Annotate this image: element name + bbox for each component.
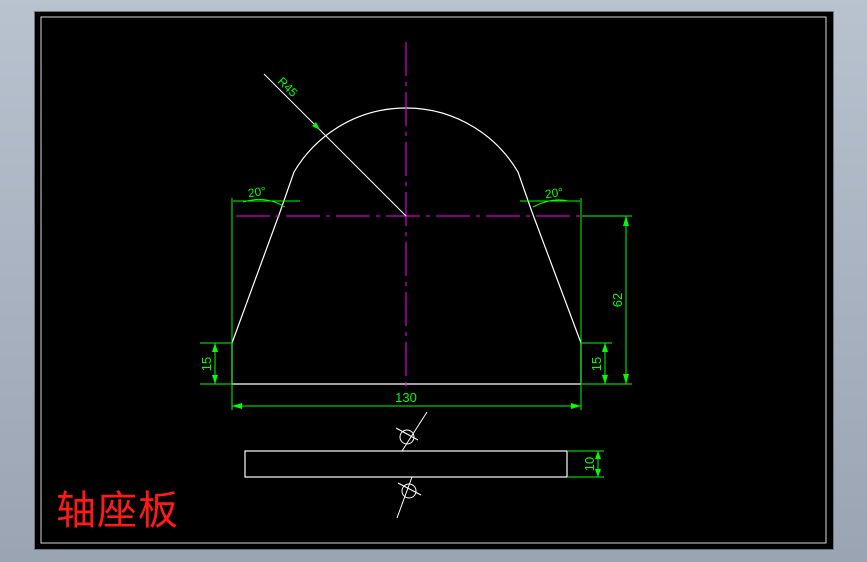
part-drawing: R45 20° 20° 62 15 15 130 10 xyxy=(40,16,827,544)
dim-15-right-arrow-top xyxy=(602,343,608,352)
weld-symbol-top xyxy=(395,411,428,452)
dim-15-left-arrow-top xyxy=(212,343,218,352)
dim-10-label: 10 xyxy=(582,457,597,471)
dim-130-arrow-right xyxy=(571,403,581,409)
dim-15-right-label: 15 xyxy=(589,357,604,371)
weld-symbol-bottom xyxy=(396,476,422,519)
drawing-border xyxy=(40,16,827,544)
dim-130-arrow-left xyxy=(232,403,242,409)
angle-right-label: 20° xyxy=(544,185,564,201)
radius-leader-line xyxy=(263,73,407,217)
dim-15-right-arrow-bottom xyxy=(602,375,608,384)
dim-15-left-arrow-bottom xyxy=(212,375,218,384)
angle-left-label: 20° xyxy=(247,184,267,200)
dim-62-label: 62 xyxy=(610,293,625,307)
dim-130-label: 130 xyxy=(395,390,417,405)
plate-side-view xyxy=(244,450,568,478)
dim-62-arrow-top xyxy=(623,216,629,226)
dim-62-arrow-bottom xyxy=(623,374,629,384)
dim-15-left-label: 15 xyxy=(199,357,214,371)
drawing-title: 轴座板 xyxy=(56,488,179,534)
radius-label: R45 xyxy=(275,74,301,100)
